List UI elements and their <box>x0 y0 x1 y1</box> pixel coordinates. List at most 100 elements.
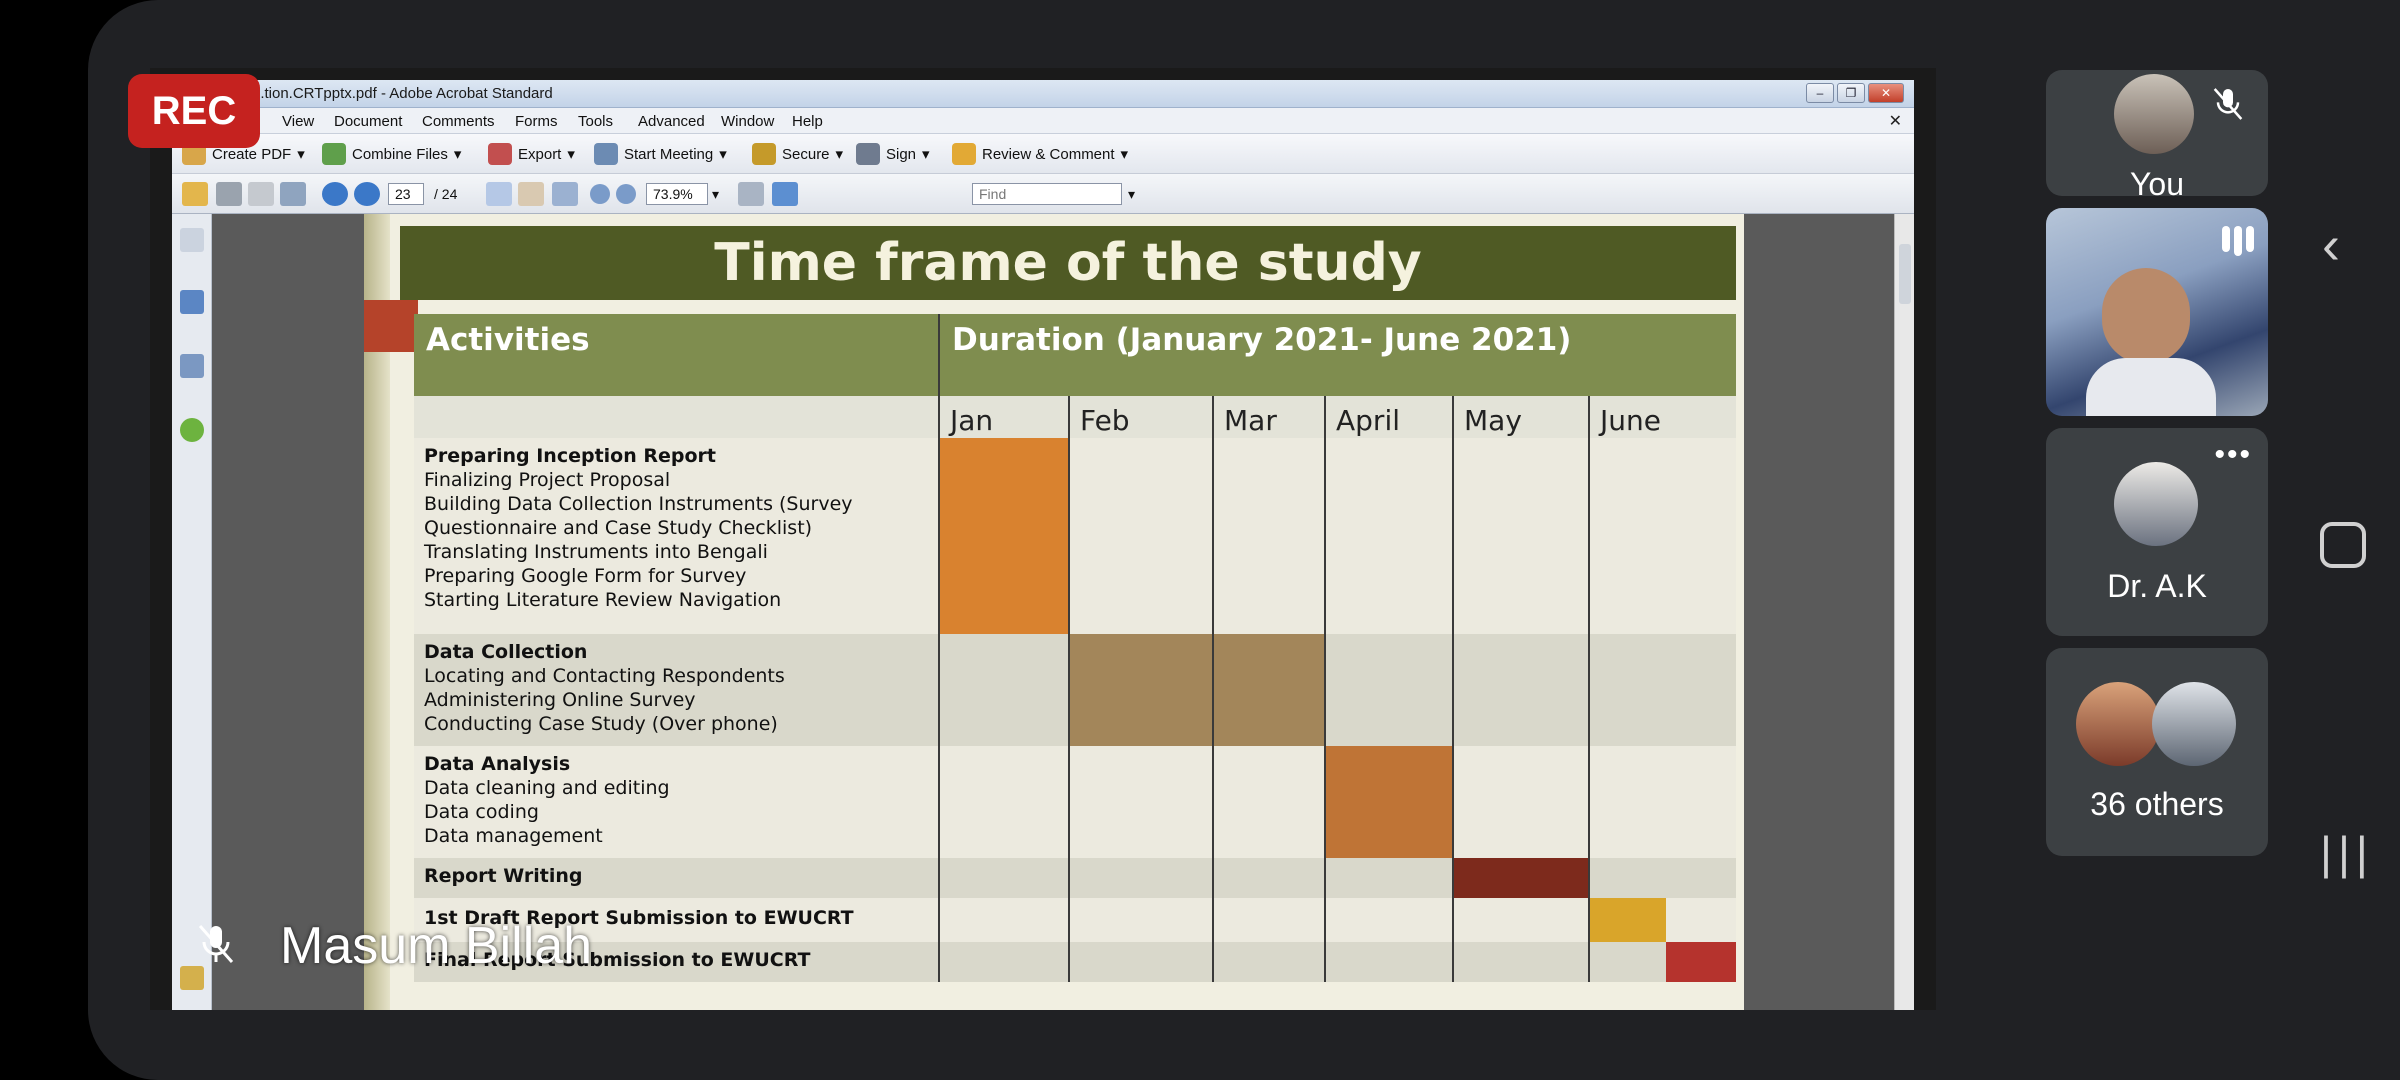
close-document-icon[interactable]: ✕ <box>1889 111 1902 131</box>
page-total: / 24 <box>434 186 458 202</box>
scroll-mode-icon[interactable] <box>738 182 764 206</box>
month-may: May <box>1454 396 1588 438</box>
hand-tool-icon[interactable] <box>518 182 544 206</box>
activity-cell: Preparing Inception Report Finalizing Pr… <box>424 445 853 611</box>
signatures-icon[interactable] <box>180 354 204 378</box>
menu-document[interactable]: Document <box>334 113 402 130</box>
lock-icon <box>752 143 776 165</box>
participant-tile-you[interactable]: You <box>2046 70 2268 196</box>
export-button[interactable]: Export ▾ <box>488 143 575 165</box>
combine-files-button[interactable]: Combine Files ▾ <box>322 143 461 165</box>
menu-advanced[interactable]: Advanced <box>638 113 705 130</box>
zoom-in-icon[interactable] <box>616 184 636 204</box>
recording-badge: REC <box>128 74 260 148</box>
menu-forms[interactable]: Forms <box>515 113 558 130</box>
gantt-bar-may <box>1454 858 1588 898</box>
scroll-thumb[interactable] <box>1899 244 1911 304</box>
email-icon[interactable] <box>248 182 274 206</box>
zoom-dropdown-icon[interactable]: ▾ <box>712 186 719 203</box>
month-mar: Mar <box>1214 396 1324 438</box>
activities-subheader <box>414 396 938 438</box>
restore-icon[interactable]: ❐ <box>1837 83 1865 103</box>
menu-bar: View Document Comments Forms Tools Advan… <box>172 108 1914 134</box>
next-page-icon[interactable] <box>354 182 380 206</box>
grid-line <box>938 314 940 982</box>
start-meeting-button[interactable]: Start Meeting ▾ <box>594 143 727 165</box>
help-icon[interactable] <box>180 418 204 442</box>
secure-button[interactable]: Secure ▾ <box>752 143 843 165</box>
participant-tile-dr-ak[interactable]: ••• Dr. A.K <box>2046 428 2268 636</box>
back-icon[interactable]: ‹ <box>2322 214 2340 276</box>
gantt-bar-june-draft <box>1590 898 1666 942</box>
mic-off-icon <box>198 925 234 963</box>
find-dropdown-icon[interactable]: ▾ <box>1128 186 1135 203</box>
participant-video[interactable] <box>2046 208 2268 416</box>
avatar <box>2114 74 2194 154</box>
menu-help[interactable]: Help <box>792 113 823 130</box>
avatar <box>2114 462 2198 546</box>
activities-header: Activities <box>414 314 938 396</box>
select-tool-icon[interactable] <box>486 182 512 206</box>
close-icon[interactable]: ✕ <box>1868 83 1904 103</box>
bookmarks-icon[interactable] <box>180 290 204 314</box>
review-comment-button[interactable]: Review & Comment ▾ <box>952 143 1128 165</box>
gantt-bar-jan <box>940 438 1068 634</box>
month-jan: Jan <box>940 396 1068 438</box>
month-april: April <box>1326 396 1452 438</box>
home-icon[interactable] <box>2320 522 2366 568</box>
minimize-icon[interactable]: – <box>1806 83 1834 103</box>
previous-page-icon[interactable] <box>322 182 348 206</box>
zoom-input[interactable]: 73.9% <box>646 183 708 205</box>
person-shirt <box>2086 358 2216 416</box>
gantt-bar-feb-mar <box>1070 634 1324 746</box>
grid-line <box>1452 396 1454 982</box>
avatar <box>2152 682 2236 766</box>
participant-name: Dr. A.K <box>2107 568 2207 604</box>
tasks-toolbar: Create PDF ▾ Combine Files ▾ Export ▾ St… <box>172 134 1914 174</box>
menu-window[interactable]: Window <box>721 113 774 130</box>
mic-off-icon <box>2213 88 2243 120</box>
table-row: Data Collection Locating and Contacting … <box>414 634 1736 746</box>
export-icon <box>488 143 512 165</box>
grid-line <box>1212 396 1214 982</box>
print-icon[interactable] <box>216 182 242 206</box>
table-row: Data Analysis Data cleaning and editing … <box>414 746 1736 858</box>
find-input[interactable]: Find <box>972 183 1122 205</box>
window-title: ...tion.CRTpptx.pdf - Adobe Acrobat Stan… <box>252 85 553 102</box>
menu-tools[interactable]: Tools <box>578 113 613 130</box>
table-row: Report Writing <box>414 858 1736 898</box>
acrobat-title-bar: ...tion.CRTpptx.pdf - Adobe Acrobat Stan… <box>172 80 1914 108</box>
phone-screen: ...tion.CRTpptx.pdf - Adobe Acrobat Stan… <box>0 0 2400 1080</box>
gantt-bar-june-final <box>1666 942 1736 982</box>
more-options-icon[interactable]: ••• <box>2214 438 2252 472</box>
fit-page-icon[interactable] <box>772 182 798 206</box>
screen-icon[interactable] <box>280 182 306 206</box>
activity-cell: Data Collection Locating and Contacting … <box>424 641 785 735</box>
menu-view[interactable]: View <box>282 113 314 130</box>
month-june: June <box>1590 396 1736 438</box>
person-face <box>2102 268 2190 364</box>
comment-icon <box>952 143 976 165</box>
zoom-tool-icon[interactable] <box>552 182 578 206</box>
grid-line <box>1588 396 1590 982</box>
month-feb: Feb <box>1070 396 1212 438</box>
page-number-input[interactable]: 23 <box>388 183 424 205</box>
timeline-table: Activities Duration (January 2021- June … <box>414 314 1736 1010</box>
gantt-bar-april <box>1326 746 1452 858</box>
slide-title: Time frame of the study <box>400 226 1736 300</box>
recents-icon[interactable]: ||| <box>2320 826 2374 880</box>
open-folder-icon[interactable] <box>182 182 208 206</box>
zoom-out-icon[interactable] <box>590 184 610 204</box>
presenter-name: Masum Billah <box>280 917 593 975</box>
vertical-scrollbar[interactable] <box>1894 214 1914 1010</box>
start-meeting-icon <box>594 143 618 165</box>
pages-icon[interactable] <box>180 228 204 252</box>
table-row: 1st Draft Report Submission to EWUCRT <box>414 898 1736 942</box>
participant-tile-others[interactable]: 36 others <box>2046 648 2268 856</box>
window-controls: – ❐ ✕ <box>1806 83 1904 103</box>
menu-comments[interactable]: Comments <box>422 113 495 130</box>
combine-files-icon <box>322 143 346 165</box>
sign-button[interactable]: Sign ▾ <box>856 143 930 165</box>
comments-icon[interactable] <box>180 966 204 990</box>
activity-cell: Data Analysis Data cleaning and editing … <box>424 753 670 847</box>
